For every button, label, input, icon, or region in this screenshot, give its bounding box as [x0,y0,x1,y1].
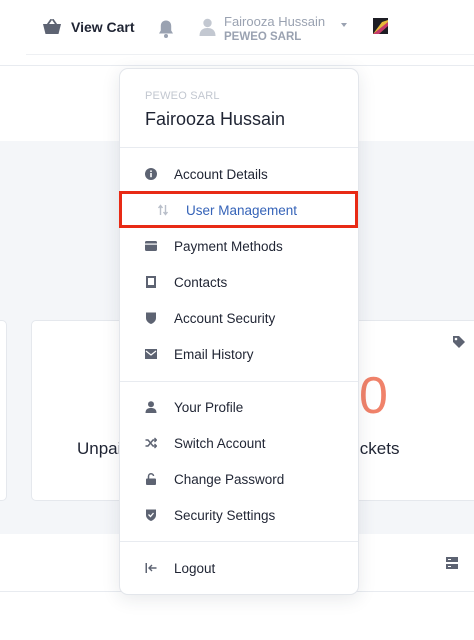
menu-item-label: Change Password [174,471,285,487]
menu-item-label: Logout [174,560,216,576]
contact-card-icon [146,276,156,288]
tickets-label: ickets [356,439,400,458]
menu-item-security-settings[interactable]: Security Settings [120,500,358,530]
stat-card[interactable] [0,320,7,501]
menu-item-label: Security Settings [174,507,276,523]
dropdown-divider [120,381,358,382]
menu-item-your-profile[interactable]: Your Profile [120,392,358,422]
dropdown-divider [120,147,358,148]
user-dropdown-menu: PEWEO SARL Fairooza Hussain Account Deta… [119,68,359,595]
menu-item-label: Switch Account [174,435,266,451]
shuffle-icon [145,437,157,449]
shield-icon [146,312,156,324]
view-cart-label: View Cart [71,19,135,35]
dropdown-company: PEWEO SARL [145,90,220,102]
menu-item-label: Contacts [174,274,228,290]
user-avatar-icon [199,18,216,36]
menu-item-change-password[interactable]: Change Password [120,464,358,494]
wallet-icon [145,241,157,251]
logout-button[interactable]: Logout [120,553,358,583]
user-company: PEWEO SARL [224,31,302,43]
chevron-down-icon [341,23,347,27]
menu-item-contacts[interactable]: Contacts [120,267,358,297]
tickets-count: 0 [359,367,388,425]
tag-icon [453,336,465,348]
menu-item-label: Email History [174,346,254,362]
language-flag-icon[interactable] [373,18,388,34]
dropdown-user-name: Fairooza Hussain [145,109,286,129]
menu-item-payment-methods[interactable]: Payment Methods [120,231,358,261]
menu-item-label: Account Details [174,166,268,182]
top-navbar: View Cart Fairooza Hussain PEWEO SARL [0,0,474,66]
envelope-icon [145,349,157,359]
view-cart-button[interactable]: View Cart [42,19,135,35]
shield-check-icon [146,509,156,521]
basket-icon [43,19,61,34]
user-icon [145,401,157,413]
menu-item-label: Your Profile [174,399,244,415]
sort-arrows-icon [157,204,169,216]
menu-item-email-history[interactable]: Email History [120,339,358,369]
menu-item-account-security[interactable]: Account Security [120,303,358,333]
menu-item-switch-account[interactable]: Switch Account [120,428,358,458]
menu-item-label: User Management [186,202,298,218]
unlock-icon [146,473,156,485]
menu-item-label: Account Security [174,310,276,326]
menu-item-label: Payment Methods [174,238,283,254]
logout-icon [145,563,157,573]
unpaid-invoices-label: Unpai [77,439,122,458]
info-icon [145,168,157,180]
user-names: Fairooza Hussain PEWEO SARL [224,14,325,45]
bell-icon[interactable] [157,19,175,39]
server-icon[interactable] [446,557,458,569]
dropdown-divider [120,541,358,542]
navbar-divider [26,54,474,55]
user-menu-toggle[interactable]: Fairooza Hussain PEWEO SARL [199,14,347,45]
user-name: Fairooza Hussain [224,14,326,29]
menu-item-user-management[interactable]: User Management [120,195,358,225]
menu-item-account-details[interactable]: Account Details [120,159,358,189]
